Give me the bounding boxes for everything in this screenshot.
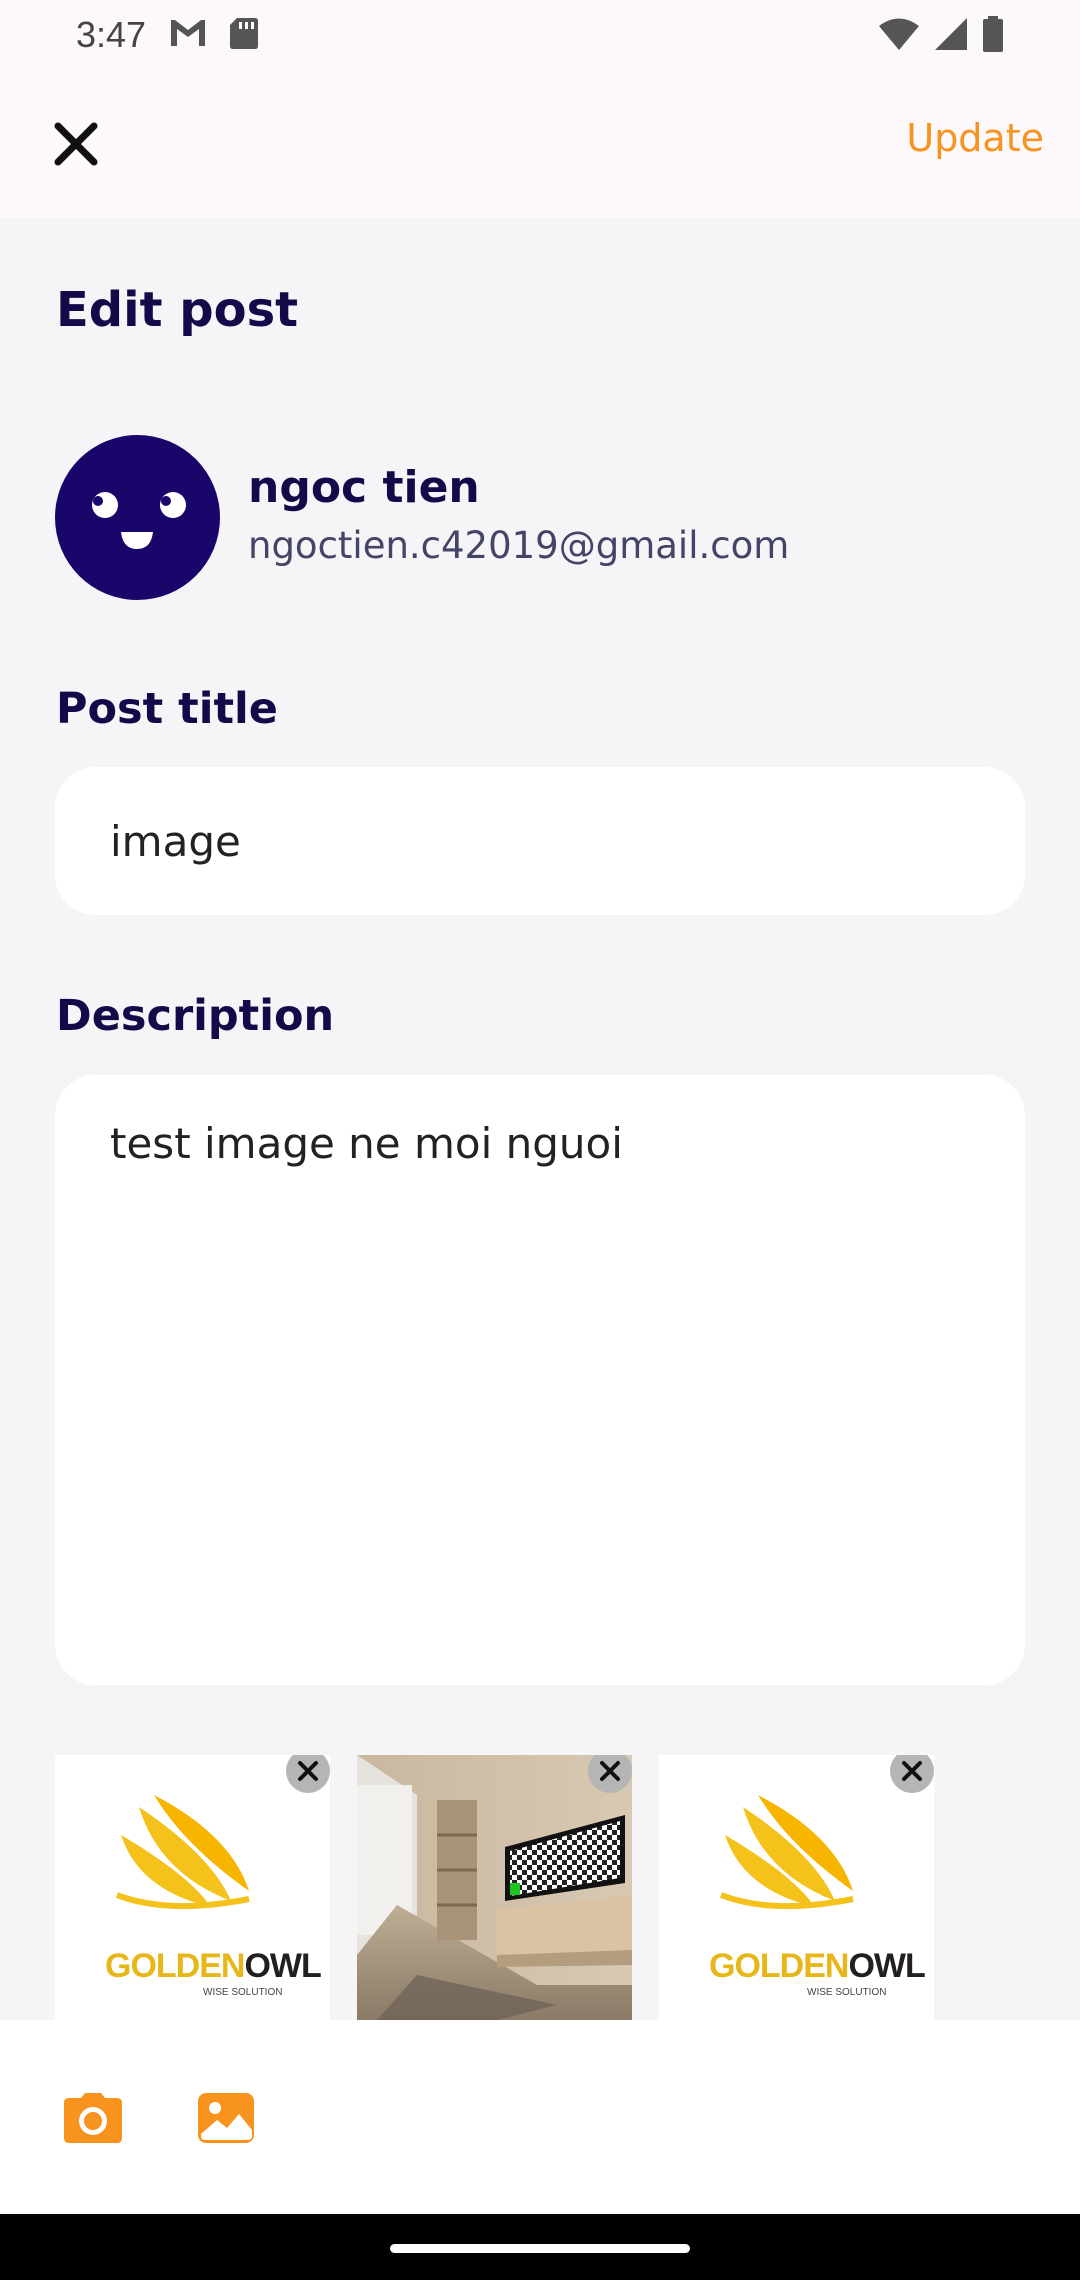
post-title-value: image	[110, 816, 241, 866]
goldenowl-logo	[719, 1795, 854, 1910]
close-icon	[902, 1761, 922, 1781]
user-email: ngoctien.c42019@gmail.com	[248, 524, 790, 567]
logo-text: GOLDENOWL	[105, 1947, 322, 1985]
post-title-label: Post title	[56, 684, 278, 734]
goldenowl-logo	[115, 1795, 250, 1910]
image-gallery-icon	[198, 2093, 254, 2143]
gmail-icon	[168, 16, 208, 54]
logo-subtext: WISE SOLUTION	[203, 1987, 283, 1998]
close-icon	[298, 1761, 318, 1781]
wifi-icon	[878, 17, 920, 55]
system-navigation-bar	[0, 2214, 1080, 2280]
bottom-toolbar	[0, 2020, 1080, 2214]
description-label: Description	[56, 991, 335, 1041]
battery-icon	[982, 16, 1004, 56]
update-button[interactable]: Update	[906, 116, 1044, 160]
room-photo	[357, 1755, 632, 2020]
attachment-thumbnail[interactable]	[357, 1755, 632, 2020]
remove-attachment-button[interactable]	[286, 1755, 330, 1793]
page-title: Edit post	[56, 282, 299, 338]
camera-button[interactable]	[63, 2090, 123, 2146]
attachment-thumbnail[interactable]: GOLDENOWL WISE SOLUTION	[55, 1755, 330, 2020]
attachment-list: GOLDENOWL WISE SOLUTION GOLDENOWL WISE S…	[55, 1755, 1055, 2020]
remove-attachment-button[interactable]	[890, 1755, 934, 1793]
sd-card-icon	[228, 16, 260, 54]
description-input[interactable]: test image ne moi nguoi	[55, 1075, 1025, 1685]
top-app-bar: Update	[0, 68, 1080, 218]
status-bar: 3:47	[0, 0, 1080, 68]
user-name: ngoc tien	[248, 462, 480, 513]
close-button[interactable]	[46, 114, 106, 174]
close-icon	[600, 1761, 620, 1781]
avatar	[55, 435, 220, 600]
post-title-input[interactable]: image	[55, 767, 1025, 915]
camera-icon	[64, 2093, 122, 2143]
gallery-button[interactable]	[196, 2090, 256, 2146]
attachment-thumbnail[interactable]: GOLDENOWL WISE SOLUTION	[659, 1755, 934, 2020]
logo-subtext: WISE SOLUTION	[807, 1987, 887, 1998]
signal-icon	[934, 17, 968, 55]
logo-text: GOLDENOWL	[709, 1947, 926, 1985]
close-icon	[54, 122, 98, 166]
description-value: test image ne moi nguoi	[110, 1119, 623, 1168]
home-handle[interactable]	[390, 2244, 690, 2253]
status-time: 3:47	[76, 14, 147, 55]
